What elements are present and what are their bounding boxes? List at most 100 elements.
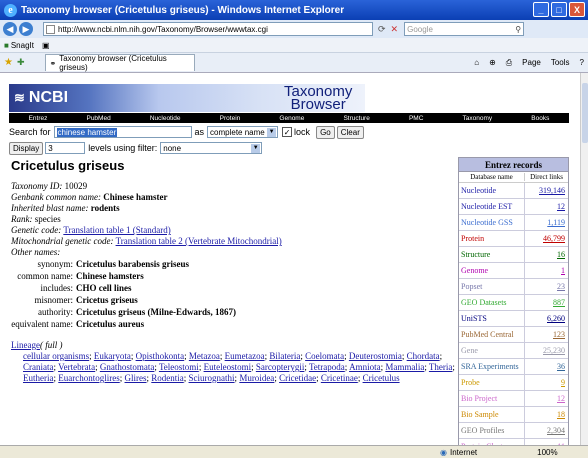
filter-select[interactable]: none ▼ [160,142,263,154]
entrez-db-name[interactable]: Nucleotide EST [459,199,525,214]
lineage-item[interactable]: cellular organisms [23,351,89,361]
page-menu[interactable]: Page [522,58,541,68]
entrez-db-name[interactable]: SRA Experiments [459,359,525,374]
entrez-db-count[interactable]: 16 [525,250,568,259]
entrez-db-name[interactable]: UniSTS [459,311,525,326]
print-icon[interactable]: ⎙ [506,58,512,68]
lineage-item[interactable]: Bilateria [269,351,300,361]
nav-genome[interactable]: Genome [279,115,304,122]
nav-nucleotide[interactable]: Nucleotide [150,115,181,122]
entrez-db-name[interactable]: Nucleotide [459,183,525,198]
entrez-db-count[interactable]: 12 [525,394,568,403]
nav-pmc[interactable]: PMC [409,115,423,122]
entrez-db-name[interactable]: Probe [459,375,525,390]
address-field[interactable]: http://www.ncbi.nlm.nih.gov/Taxonomy/Bro… [43,22,373,36]
entrez-db-name[interactable]: Nucleotide GSS [459,215,525,230]
maximize-button[interactable]: □ [551,2,567,17]
lineage-item[interactable]: Opisthokonta [136,351,185,361]
mito-code-link[interactable]: Translation table 2 (Vertebrate Mitochon… [116,236,282,246]
lineage-item[interactable]: Cricetidae [279,373,316,383]
lineage-item[interactable]: Eukaryota [94,351,131,361]
lineage-item[interactable]: Eumetazoa [225,351,265,361]
entrez-db-count[interactable]: 6,260 [525,314,568,323]
lineage-link[interactable]: Lineage [11,340,40,350]
entrez-db-count[interactable]: 12 [525,202,568,211]
entrez-db-name[interactable]: Gene [459,343,525,358]
genetic-code-link[interactable]: Translation table 1 (Standard) [63,225,170,235]
entrez-db-count[interactable]: 25,230 [525,346,568,355]
nav-pubmed[interactable]: PubMed [86,115,110,122]
entrez-db-name[interactable]: Protein [459,231,525,246]
stop-icon[interactable]: ✕ [391,24,399,35]
entrez-db-count[interactable]: 46,799 [525,234,568,243]
entrez-db-count[interactable]: 23 [525,282,568,291]
entrez-db-count[interactable]: 887 [525,298,568,307]
entrez-db-count[interactable]: 18 [525,410,568,419]
levels-input[interactable]: 3 [45,142,86,154]
lineage-item[interactable]: Muroidea [239,373,274,383]
lineage-item[interactable]: Gnathostomata [100,362,155,372]
lineage-item[interactable]: Vertebrata [58,362,95,372]
magnifier-icon[interactable]: ⚲ [515,25,521,34]
lineage-item[interactable]: Chordata [407,351,440,361]
capture-icon[interactable]: ▣ [42,41,50,50]
lineage-item[interactable]: Coelomata [305,351,344,361]
lock-checkbox[interactable]: ✓ [282,127,293,137]
lineage-item[interactable]: Euarchontoglires [58,373,119,383]
clear-button[interactable]: Clear [336,125,364,139]
add-favorite-icon[interactable]: ✚ [17,57,25,68]
snagit-button[interactable]: SnagIt [11,41,34,50]
lineage-item[interactable]: Cricetulus [363,373,400,383]
help-icon[interactable]: ? [580,58,584,68]
lineage-item[interactable]: Eutheria [23,373,54,383]
taxonomy-search-input[interactable]: chinese hamster [53,126,192,138]
lineage-full-toggle[interactable]: ( full ) [40,340,63,350]
nav-taxonomy[interactable]: Taxonomy [463,115,493,122]
lineage-item[interactable]: Amniota [349,362,381,372]
go-button[interactable]: Go [316,125,335,139]
entrez-db-name[interactable]: GEO Datasets [459,295,525,310]
entrez-db-name[interactable]: GEO Profiles [459,423,525,438]
refresh-icon[interactable]: ⟳ [378,24,386,35]
entrez-db-name[interactable]: Bio Project [459,391,525,406]
nav-books[interactable]: Books [531,115,549,122]
entrez-db-name[interactable]: Genome [459,263,525,278]
tools-menu[interactable]: Tools [551,58,570,68]
entrez-db-count[interactable]: 36 [525,362,568,371]
entrez-db-count[interactable]: 319,146 [525,186,568,195]
lineage-item[interactable]: Rodentia [151,373,184,383]
home-icon[interactable]: ⌂ [474,58,479,68]
favorites-star-icon[interactable]: ★ [4,57,13,68]
lineage-item[interactable]: Teleostomi [159,362,199,372]
lineage-item[interactable]: Metazoa [189,351,220,361]
search-input[interactable]: Google ⚲ [404,22,525,36]
vertical-scrollbar[interactable] [580,73,588,445]
entrez-db-count[interactable]: 1,119 [525,218,568,227]
entrez-db-count[interactable]: 2,304 [525,426,568,435]
nav-structure[interactable]: Structure [343,115,369,122]
entrez-db-count[interactable]: 1 [525,266,568,275]
feed-icon[interactable]: ⊕ [489,58,496,68]
nav-entrez[interactable]: Entrez [29,115,48,122]
lineage-item[interactable]: Sarcopterygii [256,362,305,372]
lineage-item[interactable]: Euteleostomi [204,362,252,372]
ncbi-logo[interactable]: ≋ NCBI [14,89,68,107]
nav-protein[interactable]: Protein [220,115,241,122]
entrez-db-count[interactable]: 9 [525,378,568,387]
back-icon[interactable]: ◀ [3,22,17,36]
entrez-db-count[interactable]: 123 [525,330,568,339]
search-mode-select[interactable]: complete name ▼ [207,126,279,138]
minimize-button[interactable]: _ [533,2,549,17]
display-button[interactable]: Display [9,141,44,155]
entrez-db-name[interactable]: Bio Sample [459,407,525,422]
scrollbar-thumb[interactable] [582,83,588,143]
entrez-db-name[interactable]: Structure [459,247,525,262]
zoom-label[interactable]: 100% [537,448,557,457]
entrez-db-name[interactable]: Popset [459,279,525,294]
lineage-item[interactable]: Deuterostomia [349,351,402,361]
lineage-item[interactable]: Cricetinae [321,373,358,383]
lineage-item[interactable]: Tetrapoda [309,362,345,372]
lineage-item[interactable]: Mammalia [385,362,424,372]
tab-taxonomy[interactable]: ⚭ Taxonomy browser (Cricetulus griseus) [44,54,195,72]
lineage-item[interactable]: Glires [125,373,147,383]
